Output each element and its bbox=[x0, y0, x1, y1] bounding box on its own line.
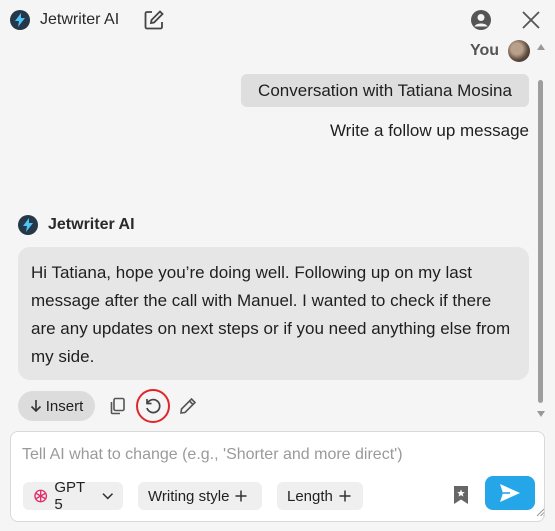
profile-icon[interactable] bbox=[470, 9, 492, 31]
plus-icon bbox=[339, 490, 351, 502]
writing-style-label: Writing style bbox=[148, 487, 230, 505]
refine-input[interactable] bbox=[22, 444, 522, 466]
close-icon[interactable] bbox=[520, 9, 542, 31]
app-title: Jetwriter AI bbox=[40, 11, 120, 28]
scrollbar-thumb[interactable] bbox=[538, 80, 543, 403]
user-label: You bbox=[469, 42, 499, 59]
model-label: GPT 5 bbox=[54, 479, 85, 513]
assistant-message: Hi Tatiana, hope you’re doing well. Foll… bbox=[18, 247, 529, 380]
model-selector[interactable]: GPT 5 bbox=[23, 479, 123, 513]
bolt-icon bbox=[10, 10, 30, 30]
context-chip: Conversation with Tatiana Mosina bbox=[241, 74, 529, 107]
chevron-down-icon bbox=[101, 493, 113, 500]
edit-icon[interactable] bbox=[143, 9, 165, 31]
assistant-name: Jetwriter AI bbox=[48, 216, 135, 233]
arrow-down-icon bbox=[30, 400, 41, 413]
resize-grip-icon[interactable] bbox=[536, 508, 545, 517]
user-message: Write a follow up message bbox=[329, 121, 529, 140]
writing-style-button[interactable]: Writing style bbox=[138, 482, 262, 510]
length-label: Length bbox=[287, 487, 333, 505]
avatar bbox=[508, 40, 530, 62]
length-button[interactable]: Length bbox=[277, 482, 363, 510]
pencil-icon[interactable] bbox=[178, 396, 198, 416]
send-icon bbox=[500, 484, 520, 502]
copy-icon[interactable] bbox=[108, 396, 128, 416]
header-bar: Jetwriter AI bbox=[0, 0, 555, 42]
scroll-up-arrow-icon[interactable] bbox=[537, 44, 545, 50]
openai-icon bbox=[34, 489, 48, 503]
assistant-bolt-icon bbox=[18, 215, 38, 235]
insert-button[interactable]: Insert bbox=[18, 391, 95, 421]
send-button[interactable] bbox=[485, 476, 535, 510]
scroll-down-arrow-icon[interactable] bbox=[537, 411, 545, 417]
insert-label: Insert bbox=[45, 397, 84, 415]
bookmark-icon[interactable] bbox=[451, 484, 471, 506]
plus-icon bbox=[235, 490, 247, 502]
composer: GPT 5 Writing style Length bbox=[10, 431, 545, 522]
regenerate-icon[interactable] bbox=[143, 396, 163, 416]
